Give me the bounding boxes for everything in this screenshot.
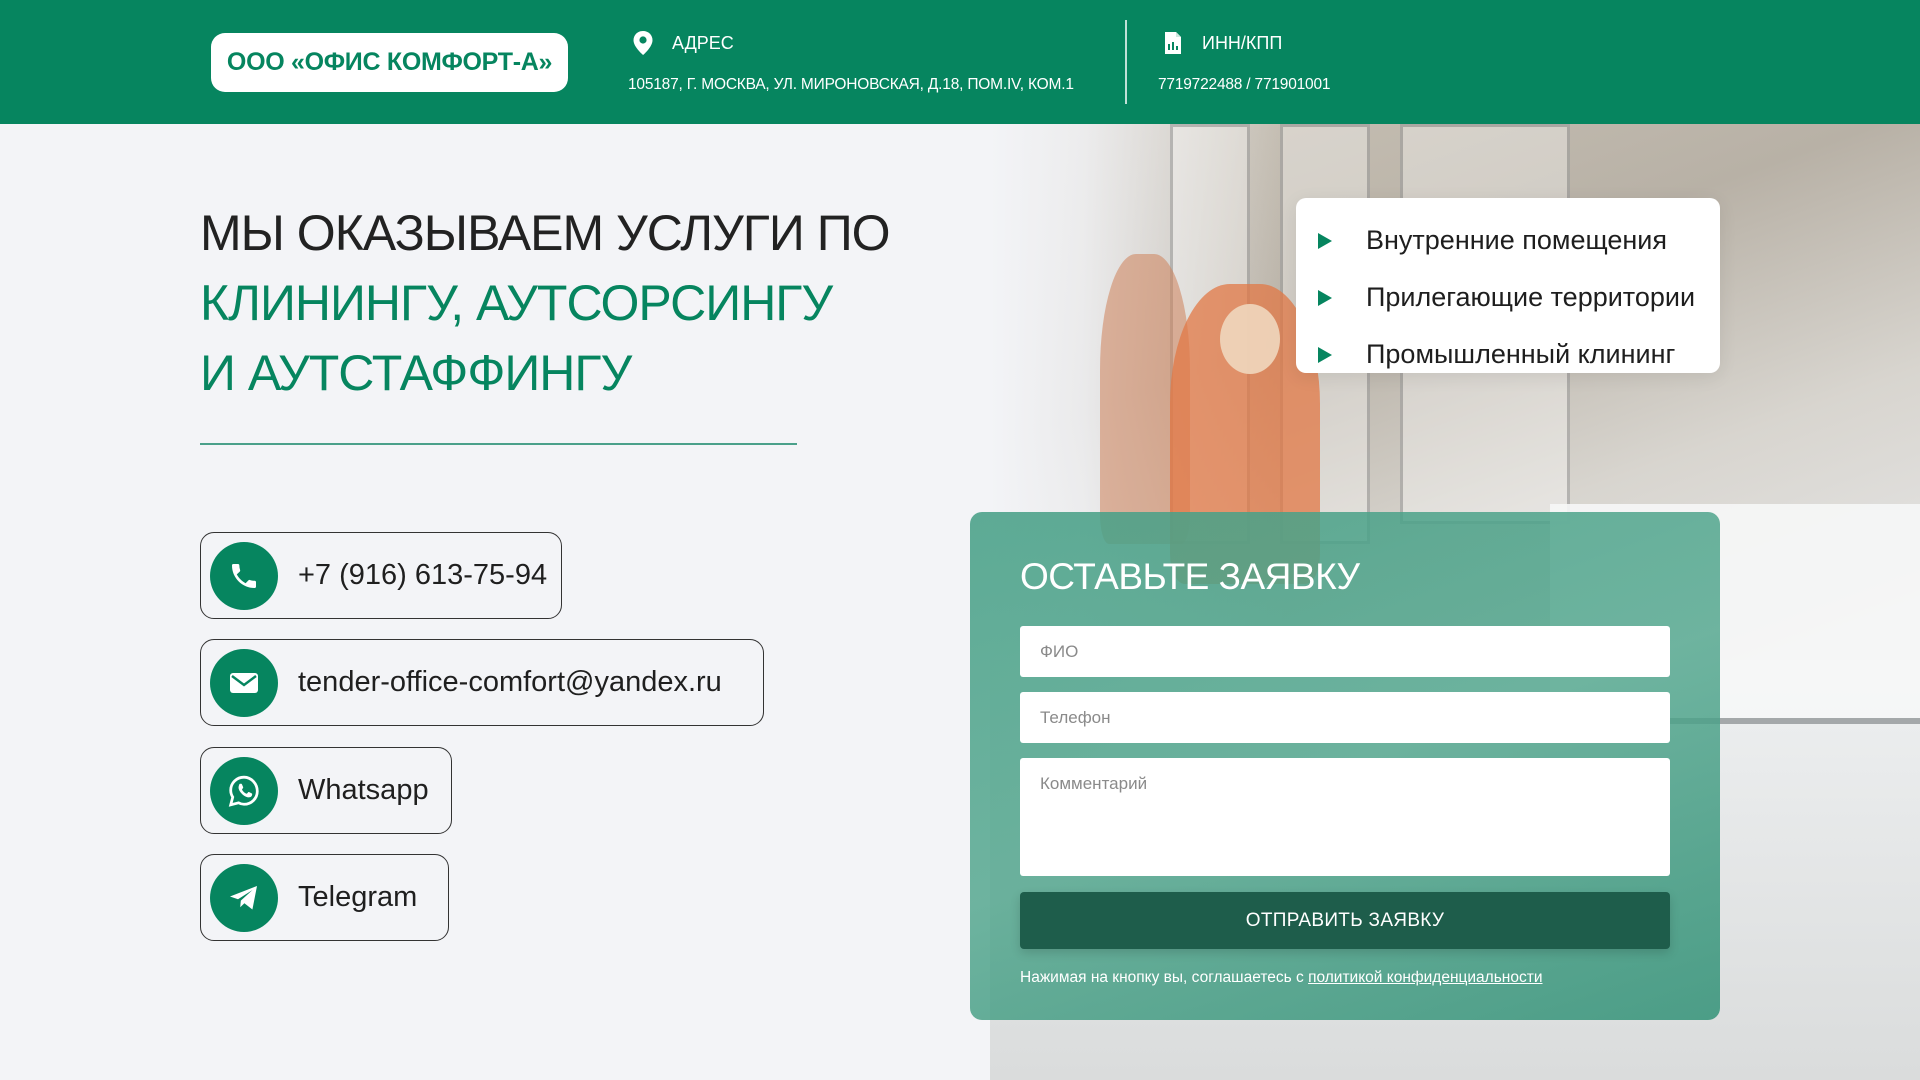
play-arrow-icon [1318, 232, 1332, 249]
name-input[interactable] [1020, 626, 1670, 677]
address-block: АДРЕС 105187, Г. МОСКВА, УЛ. МИРОНОВСКАЯ… [628, 28, 1074, 94]
comment-textarea[interactable] [1020, 758, 1670, 876]
site-header: ООО «ОФИС КОМФОРТ-А» АДРЕС 105187, Г. МО… [0, 0, 1920, 124]
phone-input[interactable] [1020, 692, 1670, 743]
contact-phone[interactable]: +7 (916) 613-75-94 [200, 532, 562, 619]
inn-value: 7719722488 / 771901001 [1158, 76, 1331, 93]
form-title: ОСТАВЬТЕ ЗАЯВКУ [1020, 556, 1360, 597]
services-card: Внутренние помещения Прилегающие террито… [1296, 198, 1720, 373]
service-label: Внутренние помещения [1366, 225, 1667, 255]
headline-line-2: КЛИНИНГУ, АУТСОРСИНГУ [200, 275, 833, 331]
play-arrow-icon [1318, 346, 1332, 363]
contact-telegram[interactable]: Telegram [200, 854, 449, 941]
service-item: Внутренние помещения [1318, 212, 1720, 269]
telegram-icon [210, 863, 278, 932]
service-item: Прилегающие территории [1318, 269, 1720, 326]
contact-label: +7 (916) 613-75-94 [298, 559, 548, 591]
inn-block: ИНН/КПП 7719722488 / 771901001 [1158, 28, 1331, 94]
contact-label: tender-office-comfort@yandex.ru [298, 666, 722, 698]
service-label: Прилегающие территории [1366, 282, 1696, 312]
privacy-policy-link[interactable]: политикой конфиденциальности [1308, 969, 1542, 986]
address-value: 105187, Г. МОСКВА, УЛ. МИРОНОВСКАЯ, Д.18… [628, 76, 1074, 93]
header-divider [1125, 20, 1127, 104]
mail-icon [210, 648, 278, 717]
headline-divider [200, 443, 797, 445]
request-form: ОСТАВЬТЕ ЗАЯВКУ ОТПРАВИТЬ ЗАЯВКУ Нажимая… [970, 512, 1720, 1020]
contact-label: Whatsapp [298, 774, 429, 806]
document-icon [1158, 28, 1188, 58]
contact-label: Telegram [298, 881, 418, 913]
submit-button[interactable]: ОТПРАВИТЬ ЗАЯВКУ [1020, 892, 1670, 949]
consent-text: Нажимая на кнопку вы, соглашаетесь с пол… [1020, 969, 1543, 987]
contact-email[interactable]: tender-office-comfort@yandex.ru [200, 639, 764, 726]
play-arrow-icon [1318, 289, 1332, 306]
inn-title: ИНН/КПП [1202, 32, 1283, 53]
hero-headline: МЫ ОКАЗЫВАЕМ УСЛУГИ ПО КЛИНИНГУ, АУТСОРС… [200, 198, 891, 408]
headline-line-3: И АУТСТАФФИНГУ [200, 345, 632, 401]
phone-icon [210, 541, 278, 610]
company-logo[interactable]: ООО «ОФИС КОМФОРТ-А» [211, 33, 568, 92]
whatsapp-icon [210, 756, 278, 825]
address-title: АДРЕС [672, 32, 734, 53]
headline-line-1: МЫ ОКАЗЫВАЕМ УСЛУГИ ПО [200, 205, 891, 261]
location-pin-icon [628, 28, 658, 58]
consent-prefix: Нажимая на кнопку вы, соглашаетесь с [1020, 969, 1309, 986]
contact-whatsapp[interactable]: Whatsapp [200, 747, 452, 834]
service-label: Промышленный клининг [1366, 339, 1676, 369]
logo-text: ООО «ОФИС КОМФОРТ-А» [226, 48, 553, 76]
service-item: Промышленный клининг [1318, 326, 1720, 383]
